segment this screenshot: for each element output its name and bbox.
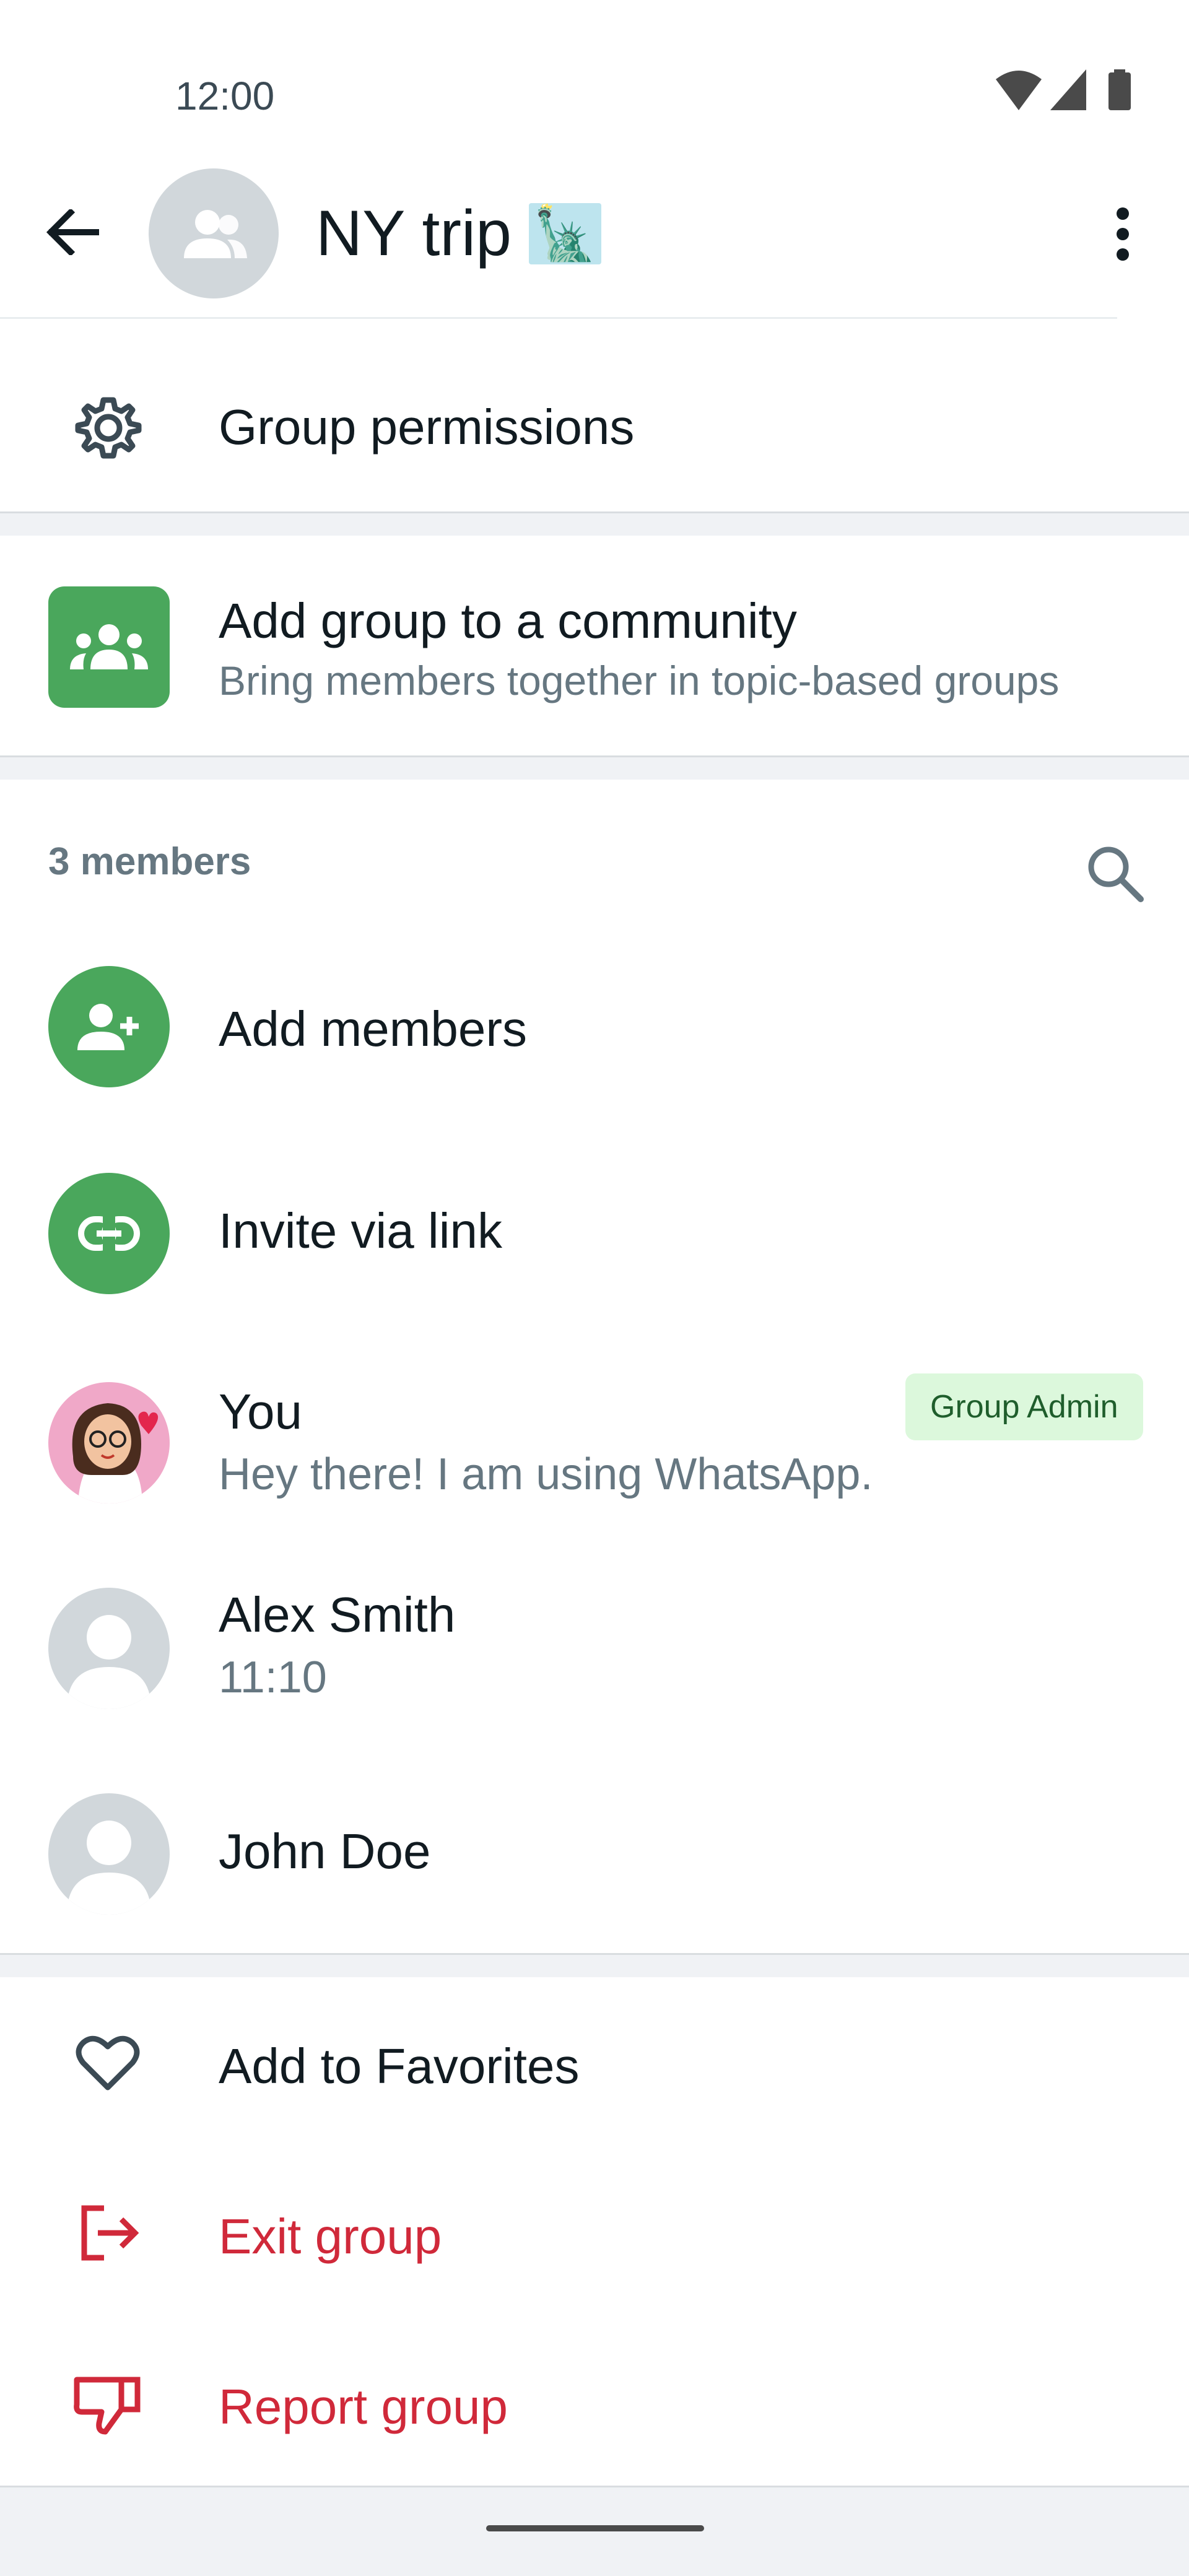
community-icon [48,586,170,708]
thumbs-down-icon [73,2374,141,2435]
report-group-label: Report group [219,2379,508,2434]
wifi-icon [995,68,1043,111]
arrow-left-icon [46,209,99,255]
member-name: John Doe [219,1824,431,1879]
group-title[interactable]: NY trip 🗽 [316,197,601,271]
bottom-band [0,2487,1189,2576]
add-to-favorites-row[interactable]: Add to Favorites [0,1977,1189,2147]
heart-icon [76,2033,140,2092]
group-icon [184,210,247,258]
member-name: Alex Smith [219,1587,456,1642]
group-permissions-label: Group permissions [219,399,635,455]
invite-via-link-row[interactable]: Invite via link [0,1133,1189,1338]
header-divider [0,317,1117,319]
exit-group-label: Exit group [219,2209,442,2264]
add-to-favorites-label: Add to Favorites [219,2039,580,2094]
report-group-row[interactable]: Report group [0,2318,1189,2488]
battery-icon [1108,69,1131,110]
member-status: Hey there! I am using WhatsApp. [219,1450,873,1499]
add-to-community-row[interactable]: Add group to a community Bring members t… [0,536,1189,755]
member-status: 11:10 [219,1653,327,1702]
link-icon [48,1173,170,1294]
status-time: 12:00 [175,74,275,118]
search-members-button[interactable] [1078,836,1152,910]
add-person-icon [48,966,170,1087]
more-vertical-icon [1117,207,1129,261]
group-name: NY trip [316,198,512,269]
member-name: You [219,1384,302,1439]
member-row-you[interactable]: You Hey there! I am using WhatsApp. Grou… [0,1338,1189,1548]
search-icon [1088,846,1144,902]
members-count: 3 members [48,840,251,883]
default-avatar-icon [48,1588,170,1709]
group-admin-badge: Group Admin [905,1373,1143,1440]
invite-via-link-label: Invite via link [219,1203,502,1258]
add-members-label: Add members [219,1001,527,1056]
member-row-john-doe[interactable]: John Doe [0,1746,1189,1951]
exit-icon [79,2204,139,2261]
section-separator [0,1955,1189,1977]
default-avatar-icon [48,1793,170,1915]
add-members-row[interactable]: Add members [0,929,1189,1133]
community-subtitle: Bring members together in topic-based gr… [219,658,1060,703]
user-avatar-you [48,1382,170,1503]
gear-icon [74,394,142,462]
back-button[interactable] [38,198,107,266]
more-options-button[interactable] [1095,197,1151,271]
statue-of-liberty-emoji: 🗽 [528,203,601,264]
exit-group-row[interactable]: Exit group [0,2147,1189,2318]
group-permissions-row[interactable]: Group permissions [0,320,1189,511]
member-row-alex-smith[interactable]: Alex Smith 11:10 [0,1548,1189,1746]
section-separator [0,757,1189,780]
home-indicator[interactable] [486,2525,704,2531]
group-avatar[interactable] [149,168,279,298]
signal-icon [1049,68,1087,111]
section-separator [0,513,1189,536]
community-title: Add group to a community [219,593,797,648]
